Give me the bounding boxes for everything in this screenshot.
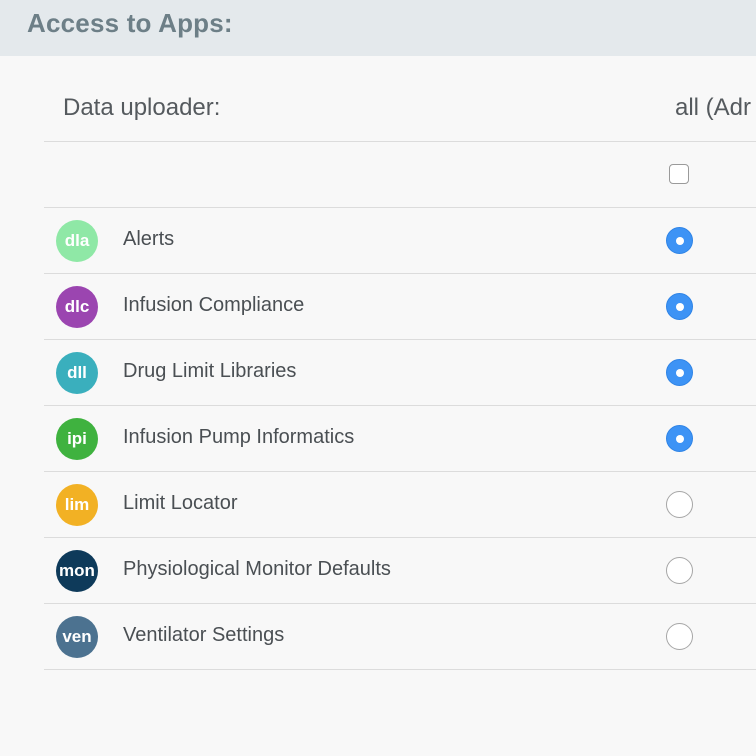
app-name: Physiological Monitor Defaults (123, 558, 391, 580)
app-name: Infusion Pump Informatics (123, 426, 355, 448)
app-row-dla: dla Alerts (44, 208, 756, 274)
app-badge: dll (56, 352, 98, 394)
app-badge: dla (56, 220, 98, 262)
app-radio[interactable] (666, 293, 693, 320)
app-radio[interactable] (666, 623, 693, 650)
table-header-row: Data uploader: all (Adr (44, 76, 756, 142)
app-name: Infusion Compliance (123, 294, 305, 316)
app-row-dll: dll Drug Limit Libraries (44, 340, 756, 406)
app-row-ipi: ipi Infusion Pump Informatics (44, 406, 756, 472)
app-radio[interactable] (666, 425, 693, 452)
select-all-checkbox[interactable] (669, 164, 689, 184)
section-header: Access to Apps: (0, 0, 756, 56)
app-row-ven: ven Ventilator Settings (44, 604, 756, 670)
section-title: Access to Apps: (27, 8, 233, 38)
app-name: Alerts (123, 228, 175, 250)
role-label: Data uploader: (63, 94, 221, 121)
all-column-header: all (Adr (675, 94, 752, 121)
app-radio[interactable] (666, 491, 693, 518)
app-badge: ven (56, 616, 98, 658)
app-name: Limit Locator (123, 492, 238, 514)
app-row-mon: mon Physiological Monitor Defaults (44, 538, 756, 604)
app-name: Ventilator Settings (123, 624, 285, 646)
app-row-dlc: dlc Infusion Compliance (44, 274, 756, 340)
app-name: Drug Limit Libraries (123, 360, 297, 382)
app-badge: dlc (56, 286, 98, 328)
app-badge: mon (56, 550, 98, 592)
app-badge: lim (56, 484, 98, 526)
app-radio[interactable] (666, 359, 693, 386)
app-badge: ipi (56, 418, 98, 460)
app-radio[interactable] (666, 557, 693, 584)
select-all-row (44, 142, 756, 208)
app-radio[interactable] (666, 227, 693, 254)
app-access-table: Data uploader: all (Adr dla Alerts dlc I… (44, 76, 756, 670)
app-row-lim: lim Limit Locator (44, 472, 756, 538)
